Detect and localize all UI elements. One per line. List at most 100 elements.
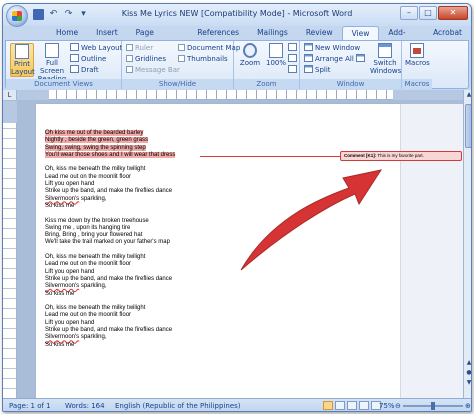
scroll-up-icon[interactable]: ▲ [464, 90, 471, 100]
zoom-slider-knob[interactable] [431, 402, 435, 410]
vertical-ruler[interactable] [3, 101, 17, 398]
lyric-line[interactable]: Kiss me down by the broken treehouse [45, 218, 175, 225]
lyric-line[interactable]: Oh, kiss me beneath the milky twilight [45, 305, 175, 312]
macros-label: Macros [405, 59, 430, 67]
thumbnails-label: Thumbnails [187, 55, 228, 63]
tab-review[interactable]: Review [297, 26, 342, 40]
lyric-line[interactable]: We'll take the trail marked on your fath… [45, 239, 175, 246]
draft-icon [70, 65, 79, 73]
outline-button[interactable]: Outline [70, 54, 106, 65]
lyric-line[interactable]: Silvermoon's sparkling, [45, 196, 175, 203]
lyric-line[interactable]: Lead me out on the moonlit floor [45, 261, 175, 268]
zoom-label: Zoom [239, 59, 261, 67]
web-layout-view-icon[interactable] [347, 401, 357, 410]
lyric-line[interactable]: Oh, kiss me beneath the milky twilight [45, 166, 175, 173]
top-margin-marker [3, 101, 17, 123]
full-screen-reading-button[interactable]: Full Screen Reading [37, 43, 67, 83]
tab-page-layout[interactable]: Page Layout [127, 26, 189, 51]
document-map-checkbox[interactable]: Document Map [178, 43, 240, 54]
page-100-icon [269, 43, 283, 58]
page-count[interactable]: Page: 1 of 1 [9, 399, 51, 411]
ruler-label: Ruler [135, 44, 154, 52]
vertical-scrollbar[interactable]: ▲ ▲ ● ▼ [463, 90, 471, 398]
tab-selector[interactable]: L [3, 90, 17, 100]
status-bar: Page: 1 of 1 Words: 164 English (Republi… [3, 398, 471, 411]
prev-page-icon[interactable]: ▲ [464, 358, 471, 368]
minimize-button[interactable]: – [400, 6, 418, 20]
lyric-line[interactable]: Lead me out on the moonlit floor [45, 312, 175, 319]
full-screen-view-icon[interactable] [335, 401, 345, 410]
zoom-100-button[interactable]: 100% [264, 43, 288, 67]
lyric-line[interactable]: Silvermoon's sparkling, [45, 283, 175, 290]
zoom-level[interactable]: 75% [379, 399, 395, 411]
lyric-line[interactable]: So kiss me [45, 203, 175, 210]
scroll-thumb[interactable] [465, 104, 471, 148]
lyric-line[interactable]: Strike up the band, and make the firefli… [45, 188, 175, 195]
lyric-line[interactable]: You'll wear those shoes and I will wear … [45, 151, 176, 159]
tab-home[interactable]: Home [47, 26, 87, 40]
ribbon-tabs: Home Insert Page Layout References Maili… [47, 26, 471, 51]
language[interactable]: English (Republic of the Philippines) [115, 399, 241, 411]
message-bar-checkbox[interactable]: Message Bar [126, 65, 180, 76]
lyric-line[interactable]: So kiss me [45, 342, 175, 349]
lyric-line[interactable]: Lift you open hand [45, 320, 175, 327]
group-macros: Macros Macros [402, 41, 432, 89]
lyric-line[interactable]: So kiss me [45, 291, 175, 298]
tab-references[interactable]: References [188, 26, 248, 40]
lyric-line[interactable]: Lift you open hand [45, 269, 175, 276]
lyric-line[interactable]: Oh kiss me out of the bearded barley [45, 130, 175, 137]
group-label-document-views: Document Views [6, 79, 121, 89]
switch-windows-button[interactable]: Switch Windows [370, 43, 401, 75]
ruler-checkbox[interactable]: Ruler [126, 43, 153, 54]
zoom-button[interactable]: Zoom [238, 43, 262, 67]
lyric-line[interactable]: Silvermoon's sparkling, [45, 334, 175, 341]
browse-object-icon[interactable]: ● [464, 368, 471, 378]
lyric-line[interactable]: Bring, Bring , bring your flowered hat [45, 232, 175, 239]
one-page-button[interactable] [288, 43, 299, 54]
lyric-line[interactable]: Strike up the band, and make the firefli… [45, 327, 175, 334]
outline-view-icon[interactable] [359, 401, 369, 410]
lyric-line[interactable]: Lead me out on the moonlit floor [45, 174, 175, 181]
tab-acrobat[interactable]: Acrobat [424, 26, 471, 40]
lyric-line[interactable]: Swing, swing, swing the spinning step [45, 144, 175, 152]
print-layout-view-icon[interactable] [323, 401, 333, 410]
arrange-all-button[interactable]: Arrange All [304, 54, 354, 65]
side-by-side-button[interactable] [356, 54, 367, 65]
lyric-line[interactable]: Oh, kiss me beneath the milky twilight [45, 254, 175, 261]
lyric-line[interactable]: Swing me , upon its hanging tire [45, 225, 175, 232]
horizontal-ruler[interactable] [17, 90, 463, 100]
new-window-icon [304, 43, 313, 51]
split-icon [304, 65, 313, 73]
thumbnails-checkbox[interactable]: Thumbnails [178, 54, 228, 65]
web-layout-button[interactable]: Web Layout [70, 43, 122, 54]
draft-label: Draft [81, 66, 99, 74]
close-button[interactable]: ✕ [438, 6, 468, 20]
page-width-button[interactable] [288, 65, 299, 76]
tab-view[interactable]: View [341, 26, 380, 40]
lyric-line[interactable]: Lift you open hand [45, 181, 175, 188]
ribbon: Print Layout Full Screen Reading Web Lay… [5, 40, 469, 89]
tab-add-ins[interactable]: Add-Ins [379, 26, 424, 51]
lyrics-text[interactable]: Oh kiss me out of the bearded barley Nigh… [45, 130, 176, 356]
magnifier-icon [243, 43, 257, 58]
two-pages-button[interactable] [288, 54, 299, 65]
zoom-slider[interactable] [403, 402, 463, 410]
new-window-button[interactable]: New Window [304, 43, 360, 54]
tab-mailings[interactable]: Mailings [248, 26, 297, 40]
document-area[interactable]: L Oh kiss me out of the bearded barley Ni… [3, 90, 471, 404]
next-page-icon[interactable]: ▼ [464, 378, 471, 388]
tab-insert[interactable]: Insert [87, 26, 127, 40]
split-button[interactable]: Split [304, 65, 331, 76]
zoom-out-icon[interactable]: ⊖ [395, 399, 401, 411]
group-label-window: Window [300, 79, 401, 89]
two-pages-icon [288, 54, 297, 62]
lyric-line[interactable]: Nightly , beside the green, green grass [45, 137, 175, 144]
gridlines-checkbox[interactable]: Gridlines [126, 54, 166, 65]
maximize-button[interactable]: □ [419, 6, 437, 20]
draft-button[interactable]: Draft [70, 65, 99, 76]
zoom-in-icon[interactable]: ⊕ [465, 399, 471, 411]
macros-button[interactable]: Macros [405, 43, 430, 67]
word-count[interactable]: Words: 164 [65, 399, 105, 411]
print-layout-button[interactable]: Print Layout [10, 43, 35, 77]
lyric-line[interactable]: Strike up the band, and make the firefli… [45, 276, 175, 283]
